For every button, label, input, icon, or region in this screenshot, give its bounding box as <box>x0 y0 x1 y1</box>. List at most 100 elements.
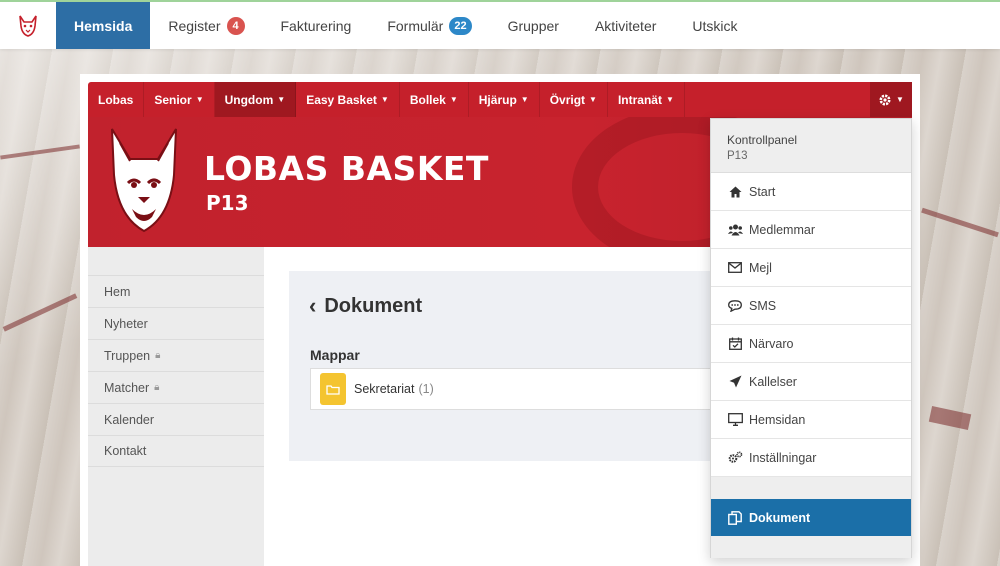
caret-down-icon: ▼ <box>665 95 674 104</box>
formular-count-badge: 22 <box>449 16 472 35</box>
menu-item-label: Närvaro <box>749 336 794 351</box>
nav-label: Easy Basket <box>306 92 377 107</box>
dropdown-subheading: P13 <box>727 150 748 162</box>
tab-label: Hemsida <box>74 17 133 34</box>
register-count-badge: 4 <box>226 16 245 35</box>
nav-item-hjarup[interactable]: Hjärup ▼ <box>469 82 540 117</box>
tab-fakturering[interactable]: Fakturering <box>263 2 370 49</box>
floor-line <box>2 293 78 332</box>
tab-label: Fakturering <box>280 17 352 34</box>
settings-menu-button[interactable]: ▼ <box>870 82 912 117</box>
app-logo[interactable] <box>0 2 56 49</box>
tab-utskick[interactable]: Utskick <box>674 2 755 49</box>
tab-label: Formulär <box>387 17 444 34</box>
caret-down-icon: ▼ <box>589 95 597 104</box>
menu-item-hemsidan[interactable]: Hemsidan <box>711 401 911 439</box>
lock-icon: 🔒︎ <box>154 382 160 393</box>
sidebar-item-label: Kontakt <box>104 444 147 458</box>
tab-label: Register <box>168 17 221 34</box>
nav-label: Bollek <box>409 92 446 107</box>
page-title: ‹ Dokument <box>309 293 422 319</box>
tab-aktiviteter[interactable]: Aktiviteter <box>577 2 674 49</box>
sidebar-item-label: Kalender <box>104 412 155 427</box>
menu-item-label: Kallelser <box>749 374 797 389</box>
nav-item-senior[interactable]: Senior ▼ <box>144 82 215 117</box>
caret-down-icon: ▼ <box>449 95 458 104</box>
envelope-icon <box>727 262 743 273</box>
tab-grupper[interactable]: Grupper <box>490 2 577 49</box>
menu-item-installningar[interactable]: Inställningar <box>711 439 911 477</box>
sidebar-item-kontakt[interactable]: Kontakt <box>88 435 264 467</box>
menu-item-sms[interactable]: SMS <box>711 287 911 325</box>
folder-item[interactable]: Sekretariat (1) <box>310 368 740 410</box>
sidebar-item-hem[interactable]: Hem <box>88 275 264 307</box>
tab-label: Utskick <box>692 17 738 34</box>
folder-icon <box>320 373 346 405</box>
nav-item-ovrigt[interactable]: Övrigt ▼ <box>540 82 608 117</box>
nav-item-bollek[interactable]: Bollek ▼ <box>400 82 469 117</box>
sidebar-item-label: Truppen <box>104 348 151 363</box>
tab-register[interactable]: Register 4 <box>150 2 262 49</box>
nav-item-intranat[interactable]: Intranät ▼ <box>608 82 685 117</box>
caret-down-icon: ▼ <box>195 95 204 104</box>
tab-label: Aktiviteter <box>594 17 657 34</box>
banner-subtitle: P13 <box>206 191 249 215</box>
folders-heading: Mappar <box>310 347 360 363</box>
caret-down-icon: ▼ <box>896 95 904 104</box>
nav-item-lobas[interactable]: Lobas <box>88 82 145 117</box>
sidebar-item-label: Matcher <box>104 380 150 395</box>
menu-item-medlemmar[interactable]: Medlemmar <box>711 211 911 249</box>
nav-label: Senior <box>154 92 192 107</box>
menu-item-narvaro[interactable]: Närvaro <box>711 325 911 363</box>
sidebar-item-nyheter[interactable]: Nyheter <box>88 307 264 339</box>
top-app-bar: Hemsida Register 4 Fakturering Formulär 22… <box>0 0 1000 49</box>
folder-count: (1) <box>418 382 434 396</box>
tab-label: Grupper <box>507 17 559 34</box>
nav-label: Hjärup <box>478 92 517 107</box>
caret-down-icon: ▼ <box>380 95 389 104</box>
dropdown-header: Kontrollpanel P13 <box>711 119 911 173</box>
site-nav-bar: Lobas Senior ▼ Ungdom ▼ Easy Basket ▼ Bolle… <box>88 82 912 117</box>
menu-item-mejl[interactable]: Mejl <box>711 249 911 287</box>
nav-item-easy-basket[interactable]: Easy Basket ▼ <box>296 82 400 117</box>
nav-label: Lobas <box>98 92 134 107</box>
nav-item-ungdom[interactable]: Ungdom ▼ <box>214 82 297 117</box>
nav-label: Intranät <box>617 92 662 107</box>
floor-line <box>928 406 972 430</box>
sidebar-item-label: Hem <box>104 284 131 299</box>
menu-item-start[interactable]: Start <box>711 173 911 211</box>
menu-item-dokument[interactable]: Dokument <box>711 499 911 536</box>
gear-icon <box>879 94 891 105</box>
menu-item-label: SMS <box>749 298 777 313</box>
site-sidebar: Hem Nyheter Truppen 🔒︎ Matcher 🔒︎ Kalender… <box>88 247 264 566</box>
users-icon <box>727 224 743 236</box>
menu-item-label: Start <box>749 184 776 199</box>
lock-icon: 🔒︎ <box>155 350 161 361</box>
sidebar-item-matcher[interactable]: Matcher 🔒︎ <box>88 371 264 403</box>
dropdown-spacer <box>711 477 911 499</box>
caret-down-icon: ▼ <box>277 95 286 104</box>
sidebar-item-label: Nyheter <box>104 316 148 331</box>
nav-label: Ungdom <box>224 92 274 107</box>
menu-item-label: Mejl <box>749 260 772 275</box>
paper-plane-icon <box>727 375 743 388</box>
gears-icon <box>727 451 743 464</box>
home-icon <box>727 186 743 198</box>
documents-icon <box>727 510 743 525</box>
sidebar-item-truppen[interactable]: Truppen 🔒︎ <box>88 339 264 371</box>
tab-formular[interactable]: Formulär 22 <box>369 2 489 49</box>
caret-down-icon: ▼ <box>520 95 529 104</box>
monitor-icon <box>727 413 743 426</box>
control-panel-dropdown: Kontrollpanel P13 Start Medlemmar Mejl S… <box>710 118 912 558</box>
sidebar-item-kalender[interactable]: Kalender <box>88 403 264 435</box>
folder-name: Sekretariat <box>354 382 415 396</box>
tab-hemsida[interactable]: Hemsida <box>56 2 151 49</box>
menu-item-label: Dokument <box>749 510 811 525</box>
menu-item-label: Hemsidan <box>749 412 806 427</box>
menu-item-kallelser[interactable]: Kallelser <box>711 363 911 401</box>
menu-item-label: Medlemmar <box>749 222 815 237</box>
chevron-left-icon[interactable]: ‹ <box>309 293 316 319</box>
menu-item-label: Inställningar <box>749 450 817 465</box>
dropdown-footer <box>711 536 911 558</box>
lynx-mascot-icon <box>104 125 184 238</box>
